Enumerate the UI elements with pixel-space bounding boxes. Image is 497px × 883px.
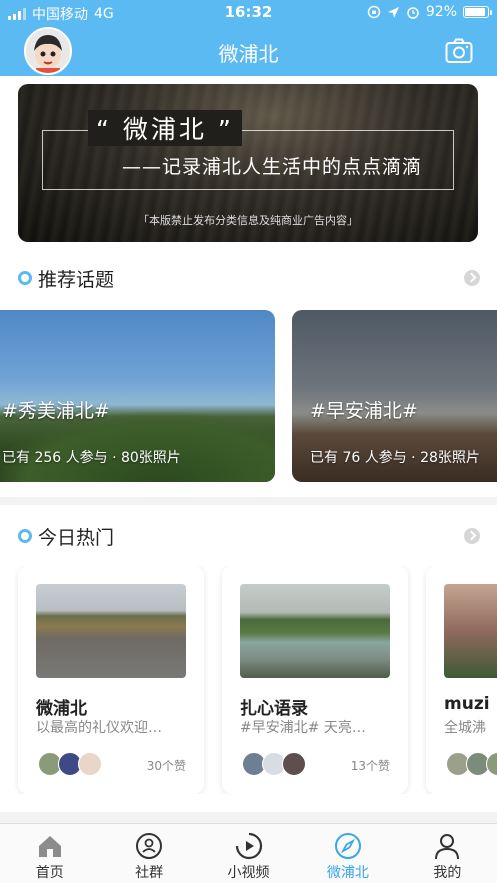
hot-section-title: 今日热门 <box>38 527 115 549</box>
hot-card-name: muzi <box>444 694 490 714</box>
likes-count: 13个赞 <box>350 759 390 773</box>
topic-tag: #早安浦北# <box>310 400 418 422</box>
participant-avatars <box>446 752 497 776</box>
hot-more-arrow-icon[interactable] <box>464 528 480 544</box>
hot-card[interactable]: 扎心语录 #早安浦北# 天亮… 13个赞 <box>222 566 408 794</box>
tab-label: 微浦北 <box>326 865 369 881</box>
video-play-icon <box>235 832 262 860</box>
tab-label: 小视频 <box>227 865 270 881</box>
topic-tag: #秀美浦北# <box>2 400 110 422</box>
tab-mine[interactable]: 我的 <box>398 824 497 883</box>
rotation-lock-icon <box>367 5 381 19</box>
hot-card[interactable]: 微浦北 以最高的礼仪欢迎… 30个赞 <box>18 566 204 794</box>
banner-slogan: ——记录浦北人生活中的点点滴滴 <box>122 156 423 178</box>
tab-weipubei[interactable]: 微浦北 <box>298 824 397 883</box>
topic-card[interactable]: #秀美浦北# 已有 256 人参与 · 80张照片 <box>0 310 275 482</box>
topics-section-title: 推荐话题 <box>38 269 115 291</box>
promo-banner[interactable]: “ 微浦北 ” ——记录浦北人生活中的点点滴滴 「本版禁止发布分类信息及纯商业广… <box>18 84 478 242</box>
banner-notice: 「本版禁止发布分类信息及纯商业广告内容」 <box>138 214 358 227</box>
tab-community[interactable]: 社群 <box>99 824 198 883</box>
location-icon <box>387 6 399 18</box>
hot-card-desc: #早安浦北# 天亮… <box>240 720 366 736</box>
topic-card[interactable]: #早安浦北# 已有 76 人参与 · 28张照片 <box>292 310 497 482</box>
community-icon <box>136 833 163 859</box>
section-divider <box>0 497 497 505</box>
home-icon <box>38 836 61 857</box>
participant-avatars <box>38 752 138 776</box>
topics-section-header: 推荐话题 <box>18 265 480 291</box>
status-right: 92% <box>367 4 492 20</box>
page-title: 微浦北 <box>218 42 279 66</box>
participant-avatar <box>282 752 306 776</box>
battery-icon <box>463 6 492 18</box>
participant-avatars <box>242 752 342 776</box>
tab-label: 首页 <box>35 865 64 881</box>
section-divider <box>0 812 497 823</box>
bottom-tab-bar: 首页 社群 小视频 微浦北 我的 <box>0 823 497 883</box>
hot-card-photo <box>444 584 497 678</box>
hot-cards-strip[interactable]: 微浦北 以最高的礼仪欢迎… 30个赞 扎心语录 #早安浦北# 天亮… 13个赞 … <box>0 566 497 794</box>
tab-home[interactable]: 首页 <box>0 824 99 883</box>
section-dot-icon <box>18 529 32 543</box>
hot-card-desc: 全城沸 <box>444 720 486 736</box>
status-bar: 中国移动 4G 16:32 92% <box>0 0 497 26</box>
tab-short-video[interactable]: 小视频 <box>199 824 298 883</box>
camera-button[interactable] <box>445 38 473 64</box>
topic-meta: 已有 256 人参与 · 80张照片 <box>2 450 181 466</box>
profile-icon <box>435 834 460 860</box>
participant-avatar <box>78 752 102 776</box>
app-header: 微浦北 <box>0 26 497 76</box>
tab-label: 我的 <box>433 865 462 881</box>
hot-card-photo <box>36 584 186 678</box>
battery-percent: 92% <box>425 4 457 20</box>
banner-brand: “ 微浦北 ” <box>88 110 242 146</box>
hot-card-name: 扎心语录 <box>240 699 308 719</box>
hot-card[interactable]: muzi 全城沸 <box>426 566 497 794</box>
camera-icon <box>445 38 473 63</box>
hot-card-desc: 以最高的礼仪欢迎… <box>36 720 162 736</box>
hot-card-name: 微浦北 <box>36 699 87 719</box>
participant-avatar <box>486 752 497 776</box>
compass-icon <box>334 833 361 859</box>
hot-card-photo <box>240 584 390 678</box>
tab-label: 社群 <box>135 865 164 881</box>
topic-meta: 已有 76 人参与 · 28张照片 <box>310 450 480 466</box>
topics-more-arrow-icon[interactable] <box>464 270 480 286</box>
hot-section-header: 今日热门 <box>18 523 480 549</box>
alarm-icon <box>407 7 419 19</box>
section-dot-icon <box>18 271 32 285</box>
likes-count: 30个赞 <box>146 759 186 773</box>
